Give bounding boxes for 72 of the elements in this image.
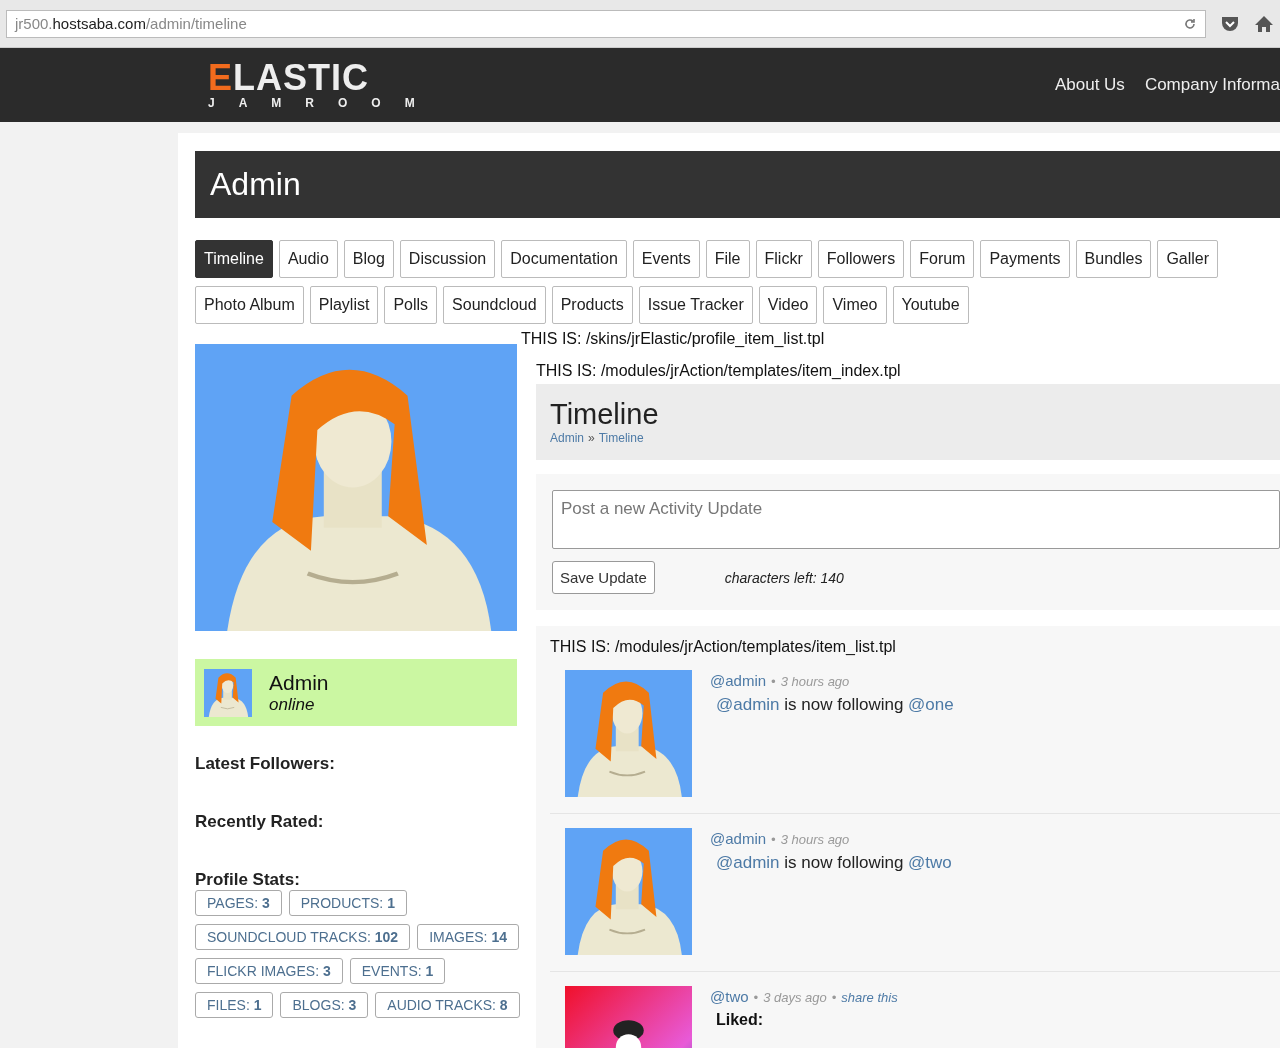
profile-tab[interactable]: Followers: [817, 240, 905, 278]
user-handle-link[interactable]: @two: [710, 988, 749, 1005]
template-path: THIS IS: /skins/jrElastic/profile_item_list.tpl: [521, 330, 826, 348]
characters-left: characters left: 140: [724, 569, 844, 586]
profile-tab[interactable]: Polls: [384, 286, 438, 324]
section-heading: Profile Stats:: [195, 870, 301, 891]
profile-tab[interactable]: Vimeo: [823, 286, 887, 324]
profile-tab[interactable]: Payments: [980, 240, 1070, 278]
meta-separator: •: [771, 674, 776, 689]
post-time: 3 days ago: [763, 990, 827, 1005]
profile-tab[interactable]: Playlist: [309, 286, 379, 324]
profile-tab[interactable]: Documentation: [501, 240, 627, 278]
nav-link[interactable]: Company Informa: [1144, 75, 1280, 95]
profile-title: Admin: [210, 166, 301, 203]
profile-tab[interactable]: Audio: [278, 240, 338, 278]
user-handle-link[interactable]: @admin: [710, 672, 767, 689]
user-handle-link[interactable]: @admin: [710, 830, 767, 847]
stat-link[interactable]: IMAGES: 14: [417, 924, 519, 950]
nav-link[interactable]: About Us: [1054, 75, 1125, 95]
user-status: online: [269, 694, 316, 715]
profile-tab[interactable]: Video: [758, 286, 818, 324]
profile-tab[interactable]: Events: [632, 240, 700, 278]
stat-link[interactable]: FLICKR IMAGES: 3: [195, 958, 343, 984]
stat-link[interactable]: SOUNDCLOUD TRACKS: 102: [195, 924, 411, 950]
stat-link[interactable]: FILES: 1: [195, 992, 274, 1018]
profile-tab[interactable]: Forum: [910, 240, 975, 278]
profile-tab[interactable]: Bundles: [1075, 240, 1152, 278]
home-icon[interactable]: [1254, 14, 1274, 33]
timeline-title: Timeline: [550, 398, 660, 431]
save-update-button[interactable]: Save Update: [552, 561, 655, 594]
meta-separator: •: [831, 990, 837, 1005]
activity-text: @admin is now following @two: [716, 853, 952, 873]
url-field[interactable]: jr500.hostsaba.com/admin/timeline: [6, 9, 1206, 38]
stat-link[interactable]: PAGES: 3: [195, 890, 282, 916]
profile-tab[interactable]: Issue Tracker: [638, 286, 753, 324]
section-heading: Latest Followers:: [195, 754, 336, 775]
user-link[interactable]: @admin: [716, 853, 780, 872]
activity-input-field[interactable]: Post a new Activity Update: [552, 490, 1280, 549]
profile-tab[interactable]: Galler: [1157, 240, 1219, 278]
post-time: 3 hours ago: [780, 674, 850, 689]
stat-link[interactable]: PRODUCTS: 1: [288, 890, 407, 916]
user-link[interactable]: @admin: [716, 695, 780, 714]
profile-tab[interactable]: Soundcloud: [443, 286, 546, 324]
activity-text: @admin is now following @one: [716, 695, 954, 715]
share-link[interactable]: share this: [841, 990, 898, 1005]
profile-tab[interactable]: Photo Album: [195, 286, 304, 324]
stat-link[interactable]: BLOGS: 3: [280, 992, 369, 1018]
template-path: THIS IS: /modules/jrAction/templates/item_list.tpl: [550, 638, 897, 656]
profile-tab[interactable]: File: [705, 240, 750, 278]
site-logo[interactable]: ELASTIC JAMROOM: [208, 60, 439, 110]
profile-tab[interactable]: Youtube: [892, 286, 969, 324]
post-time: 3 hours ago: [780, 832, 850, 847]
pocket-icon[interactable]: [1220, 14, 1240, 33]
user-name[interactable]: Admin: [269, 670, 329, 695]
profile-tab[interactable]: Blog: [343, 240, 394, 278]
profile-tab[interactable]: Discussion: [399, 240, 496, 278]
profile-tab[interactable]: Flickr: [755, 240, 812, 278]
section-heading: Recently Rated:: [195, 812, 325, 833]
stat-link[interactable]: AUDIO TRACKS: 8: [375, 992, 520, 1018]
reload-icon[interactable]: [1183, 16, 1197, 31]
meta-separator: •: [771, 832, 776, 847]
user-link[interactable]: @two: [908, 853, 952, 872]
profile-tab[interactable]: Timeline: [195, 240, 273, 278]
liked-label: Liked:: [716, 1011, 765, 1029]
profile-tab[interactable]: Products: [551, 286, 633, 324]
meta-separator: •: [753, 990, 759, 1005]
breadcrumb-link[interactable]: Admin: [550, 431, 584, 445]
user-link[interactable]: @one: [908, 695, 954, 714]
breadcrumb-separator: »: [588, 431, 595, 445]
stat-link[interactable]: EVENTS: 1: [349, 958, 446, 984]
template-path: THIS IS: /modules/jrAction/templates/item_index.tpl: [536, 362, 902, 380]
breadcrumb-link[interactable]: Timeline: [598, 431, 644, 445]
